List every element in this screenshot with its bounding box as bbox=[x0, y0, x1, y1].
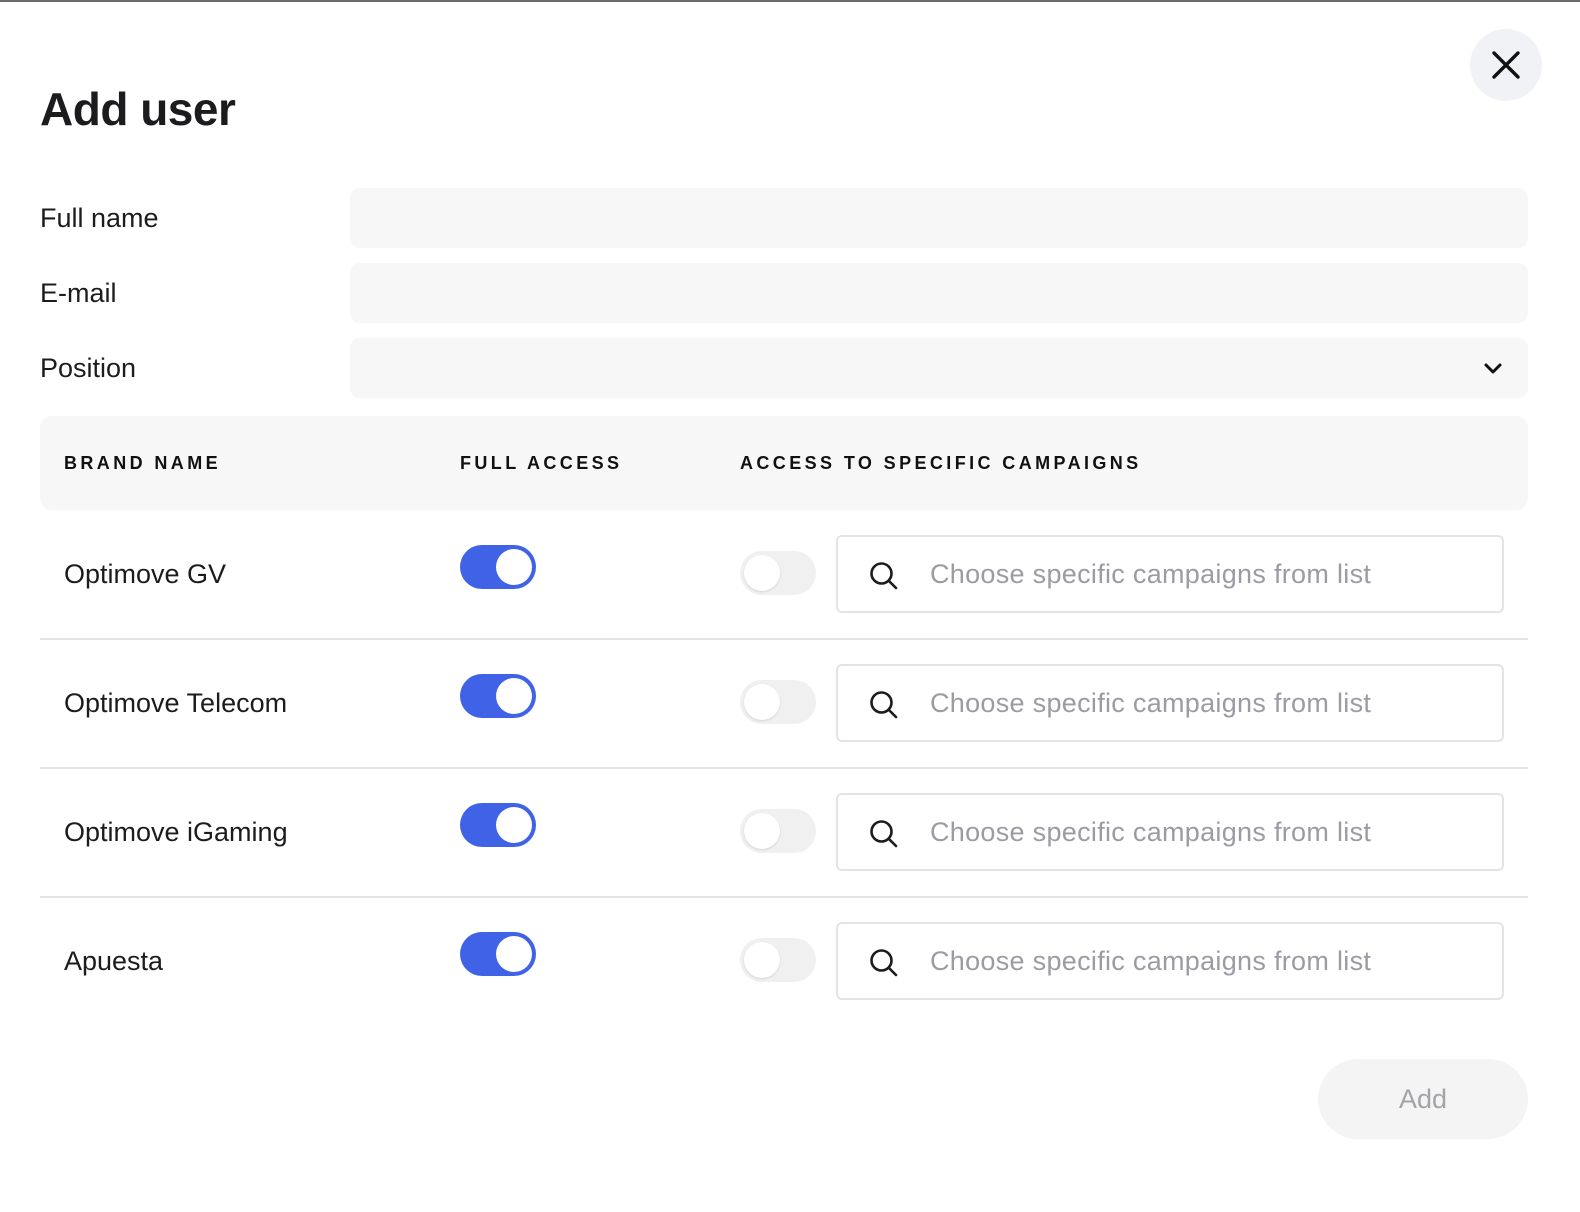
brand-name: Optimove GV bbox=[64, 559, 227, 589]
email-label: E-mail bbox=[40, 278, 117, 308]
campaign-search-input[interactable]: Choose specific campaigns from list bbox=[836, 922, 1504, 1000]
toggle-knob bbox=[744, 942, 780, 978]
specific-access-toggle[interactable] bbox=[740, 551, 816, 595]
campaign-placeholder: Choose specific campaigns from list bbox=[930, 946, 1372, 976]
toggle-knob bbox=[744, 684, 780, 720]
toggle-knob bbox=[744, 813, 780, 849]
campaign-placeholder: Choose specific campaigns from list bbox=[930, 817, 1372, 847]
search-icon bbox=[870, 691, 898, 719]
search-icon bbox=[870, 562, 898, 590]
specific-access-toggle[interactable] bbox=[740, 938, 816, 982]
add-user-modal: Add user Full name E-mail Position BRAND… bbox=[0, 2, 1580, 1212]
brand-name: Optimove Telecom bbox=[64, 688, 288, 718]
position-select[interactable] bbox=[350, 338, 1528, 398]
close-button[interactable] bbox=[1470, 29, 1542, 101]
page-title: Add user bbox=[40, 83, 236, 135]
toggle-knob bbox=[496, 807, 532, 843]
toggle-knob bbox=[496, 549, 532, 585]
email-field[interactable] bbox=[350, 263, 1528, 323]
full-access-toggle[interactable] bbox=[460, 545, 536, 589]
chevron-down-icon bbox=[1484, 363, 1502, 374]
header-specific-campaigns: ACCESS TO SPECIFIC CAMPAIGNS bbox=[740, 453, 1142, 473]
table-row: Optimove iGaming Choose specific campaig… bbox=[40, 768, 1528, 898]
full-access-toggle[interactable] bbox=[460, 674, 536, 718]
search-icon bbox=[870, 820, 898, 848]
brand-name: Optimove iGaming bbox=[64, 817, 288, 847]
brand-name: Apuesta bbox=[64, 946, 164, 976]
campaign-placeholder: Choose specific campaigns from list bbox=[930, 688, 1372, 718]
campaign-search-input[interactable]: Choose specific campaigns from list bbox=[836, 664, 1504, 742]
email-row: E-mail bbox=[40, 263, 1528, 323]
full-name-row: Full name bbox=[40, 188, 1528, 248]
header-brand-name: BRAND NAME bbox=[64, 453, 221, 473]
full-name-label: Full name bbox=[40, 203, 159, 233]
campaign-search-input[interactable]: Choose specific campaigns from list bbox=[836, 535, 1504, 613]
full-name-input[interactable] bbox=[350, 188, 1528, 248]
table-row: Apuesta Choose specific campaigns from l… bbox=[40, 897, 1528, 1025]
header-full-access: FULL ACCESS bbox=[460, 453, 623, 473]
toggle-knob bbox=[496, 936, 532, 972]
campaign-placeholder: Choose specific campaigns from list bbox=[930, 559, 1372, 589]
toggle-knob bbox=[744, 555, 780, 591]
add-button[interactable]: Add bbox=[1318, 1059, 1528, 1139]
search-icon bbox=[870, 949, 898, 977]
brand-table-header: BRAND NAME FULL ACCESS ACCESS TO SPECIFI… bbox=[40, 416, 1528, 510]
position-row: Position bbox=[40, 338, 1528, 398]
campaign-search-input[interactable]: Choose specific campaigns from list bbox=[836, 793, 1504, 871]
specific-access-toggle[interactable] bbox=[740, 809, 816, 853]
close-icon bbox=[1492, 51, 1520, 79]
table-row: Optimove GV Choose specific campaigns fr… bbox=[40, 510, 1528, 640]
full-access-toggle[interactable] bbox=[460, 932, 536, 976]
table-row: Optimove Telecom Choose specific campaig… bbox=[40, 639, 1528, 769]
toggle-knob bbox=[496, 678, 532, 714]
specific-access-toggle[interactable] bbox=[740, 680, 816, 724]
position-label: Position bbox=[40, 353, 137, 383]
full-access-toggle[interactable] bbox=[460, 803, 536, 847]
